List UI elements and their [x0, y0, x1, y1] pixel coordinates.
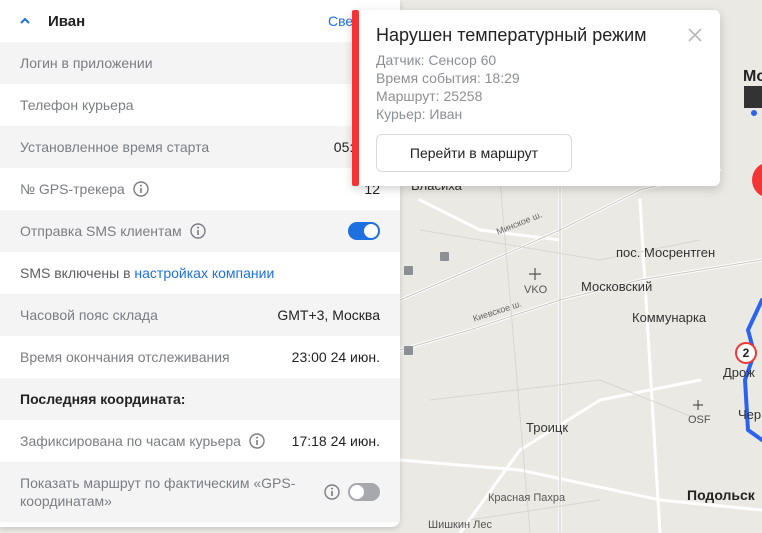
map-label-moskovsky: Московский: [581, 279, 653, 294]
map-label-vko: VKO: [524, 284, 548, 296]
show-route-row: Показать маршрут по фактическим «GPS-коо…: [0, 462, 400, 522]
map-label-moscow-partial: Мо: [743, 68, 762, 85]
login-label: Логин в приложении: [20, 55, 153, 71]
close-icon[interactable]: [688, 28, 702, 42]
sms-row: Отправка SMS клиентам: [0, 210, 400, 252]
map-label-krasnaya-pakhra: Красная Пахра: [488, 492, 566, 504]
alert-event-time: Время события: 18:29: [376, 70, 520, 86]
map-label-drozh: Дрож: [723, 365, 755, 380]
header-link[interactable]: Све: [328, 13, 353, 29]
fixed-time-value: 17:18 24 июн.: [291, 433, 380, 449]
sms-toggle[interactable]: [348, 222, 380, 240]
map-label-osf: OSF: [688, 414, 711, 426]
info-icon[interactable]: [189, 223, 206, 239]
login-row: Логин в приложении: [0, 42, 400, 84]
info-icon[interactable]: [324, 484, 340, 500]
map-label-troitsk: Троицк: [526, 420, 569, 435]
courier-details-panel: Иван Све Логин в приложении Телефон курь…: [0, 0, 400, 527]
timezone-value: GMT+3, Москва: [277, 307, 380, 323]
temperature-alert-notification: Нарушен температурный режим Датчик: Сенс…: [352, 10, 720, 186]
map-label-shishkin-les: Шишкин Лес: [428, 519, 492, 531]
info-icon[interactable]: [133, 181, 149, 197]
route-stop-marker[interactable]: 2: [735, 342, 757, 364]
show-route-toggle[interactable]: [348, 483, 380, 501]
sms-info-row: SMS включены в настройках компании: [0, 252, 400, 294]
end-tracking-value: 23:00 24 июн.: [291, 349, 380, 365]
map-label-kommunarka: Коммунарка: [632, 310, 707, 325]
phone-row: Телефон курьера: [0, 84, 400, 126]
map-label-mosrentgen: пос. Мосрентген: [616, 245, 716, 260]
gps-tracker-row: № GPS-трекера 12: [0, 168, 400, 210]
alert-sensor: Датчик: Сенсор 60: [376, 52, 497, 68]
alert-route: Маршрут: 25258: [376, 88, 483, 104]
company-settings-link[interactable]: настройках компании: [134, 265, 274, 281]
start-time-row: Установленное время старта 05:00 24 и: [0, 126, 400, 168]
courier-name: Иван: [48, 12, 86, 30]
courier-header[interactable]: Иван Све: [0, 0, 400, 42]
sms-label: Отправка SMS клиентам: [20, 223, 182, 239]
show-route-label: Показать маршрут по фактическим «GPS-коо…: [20, 475, 296, 509]
alert-severity-bar: [352, 10, 359, 186]
end-tracking-label: Время окончания отслеживания: [20, 349, 230, 365]
timezone-row: Часовой пояс склада GMT+3, Москва: [0, 294, 400, 336]
info-icon[interactable]: [249, 433, 265, 449]
last-coordinate-header: Последняя координата:: [0, 378, 400, 420]
start-time-label: Установленное время старта: [20, 139, 210, 155]
phone-label: Телефон курьера: [20, 97, 134, 113]
end-tracking-row: Время окончания отслеживания 23:00 24 ию…: [0, 336, 400, 378]
map-label-cher: Чер: [738, 407, 762, 422]
timezone-label: Часовой пояс склада: [20, 307, 158, 323]
alert-courier: Курьер: Иван: [376, 106, 463, 122]
last-coordinate-title: Последняя координата:: [20, 391, 186, 407]
sms-enabled-text: SMS включены в: [20, 265, 131, 281]
route-stop-number: 2: [742, 346, 750, 360]
alert-title: Нарушен температурный режим: [376, 25, 647, 45]
chevron-up-icon[interactable]: [20, 16, 30, 26]
fixed-time-label: Зафиксирована по часам курьера: [20, 433, 241, 449]
go-to-route-button[interactable]: Перейти в маршрут: [376, 134, 572, 172]
fixed-time-row: Зафиксирована по часам курьера 17:18 24 …: [0, 420, 400, 462]
gps-tracker-label: № GPS-трекера: [20, 181, 125, 197]
map-label-podolsk: Подольск: [687, 487, 755, 503]
